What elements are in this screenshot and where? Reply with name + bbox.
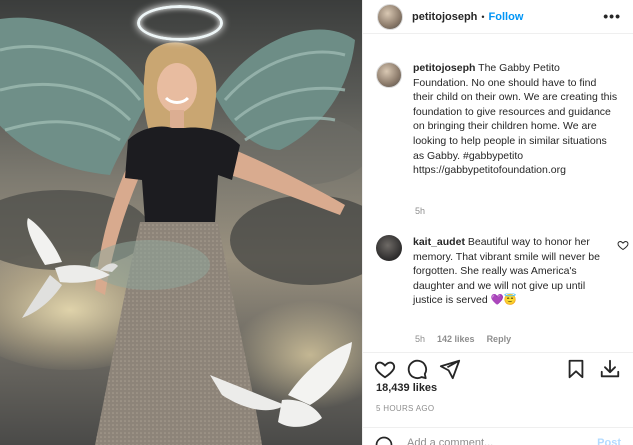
bookmark-icon[interactable] [565, 358, 587, 380]
post-caption: petitojoseph The Gabby Petito Foundation… [376, 61, 621, 178]
post-date: 5 HOURS AGO [376, 404, 435, 413]
comment-icon[interactable] [406, 358, 428, 380]
action-bar [362, 352, 633, 382]
comment-likes[interactable]: 142 likes [437, 334, 475, 344]
post-comment-button[interactable]: Post [597, 437, 621, 445]
download-icon[interactable] [599, 358, 621, 380]
heart-icon[interactable] [374, 358, 396, 380]
add-comment-input[interactable]: Add a comment... [407, 437, 493, 445]
add-comment-bar: Add a comment... Post [362, 427, 633, 445]
angel-illustration [0, 17, 362, 445]
share-icon[interactable] [439, 358, 461, 380]
commenter-avatar[interactable] [376, 235, 402, 261]
more-options-icon[interactable]: ••• [603, 9, 621, 23]
halo [137, 5, 223, 41]
comment-emojis: 💜😇 [490, 294, 517, 307]
caption-text: petitojoseph The Gabby Petito Foundation… [413, 61, 618, 178]
caption-link[interactable]: https://gabbypetitofoundation.org [413, 164, 566, 176]
comment-item: kait_audet Beautiful way to honor her me… [376, 235, 629, 308]
follow-button[interactable]: Follow [489, 11, 524, 23]
emoji-icon[interactable] [374, 435, 394, 445]
caption-hashtag[interactable]: #gabbypetito [463, 150, 523, 162]
post-header: petitojoseph • Follow ••• [363, 0, 633, 34]
comment-text: kait_audet Beautiful way to honor her me… [413, 235, 603, 308]
comment-username[interactable]: kait_audet [413, 236, 465, 248]
comment-timestamp: 5h [415, 334, 426, 344]
caption-avatar[interactable] [376, 62, 402, 88]
author-username[interactable]: petitojoseph [412, 11, 477, 23]
comment-like-icon[interactable] [617, 239, 629, 251]
caption-username[interactable]: petitojoseph [413, 62, 475, 74]
comment-meta: 5h 142 likes Reply [415, 334, 511, 344]
caption-timestamp: 5h [415, 206, 426, 216]
likes-count[interactable]: 18,439 likes [376, 382, 437, 394]
caption-body: The Gabby Petito Foundation. No one shou… [413, 62, 618, 162]
author-avatar[interactable] [377, 3, 403, 30]
post-image[interactable] [0, 0, 362, 445]
separator-dot: • [481, 11, 485, 22]
comment-reply-button[interactable]: Reply [487, 334, 512, 344]
